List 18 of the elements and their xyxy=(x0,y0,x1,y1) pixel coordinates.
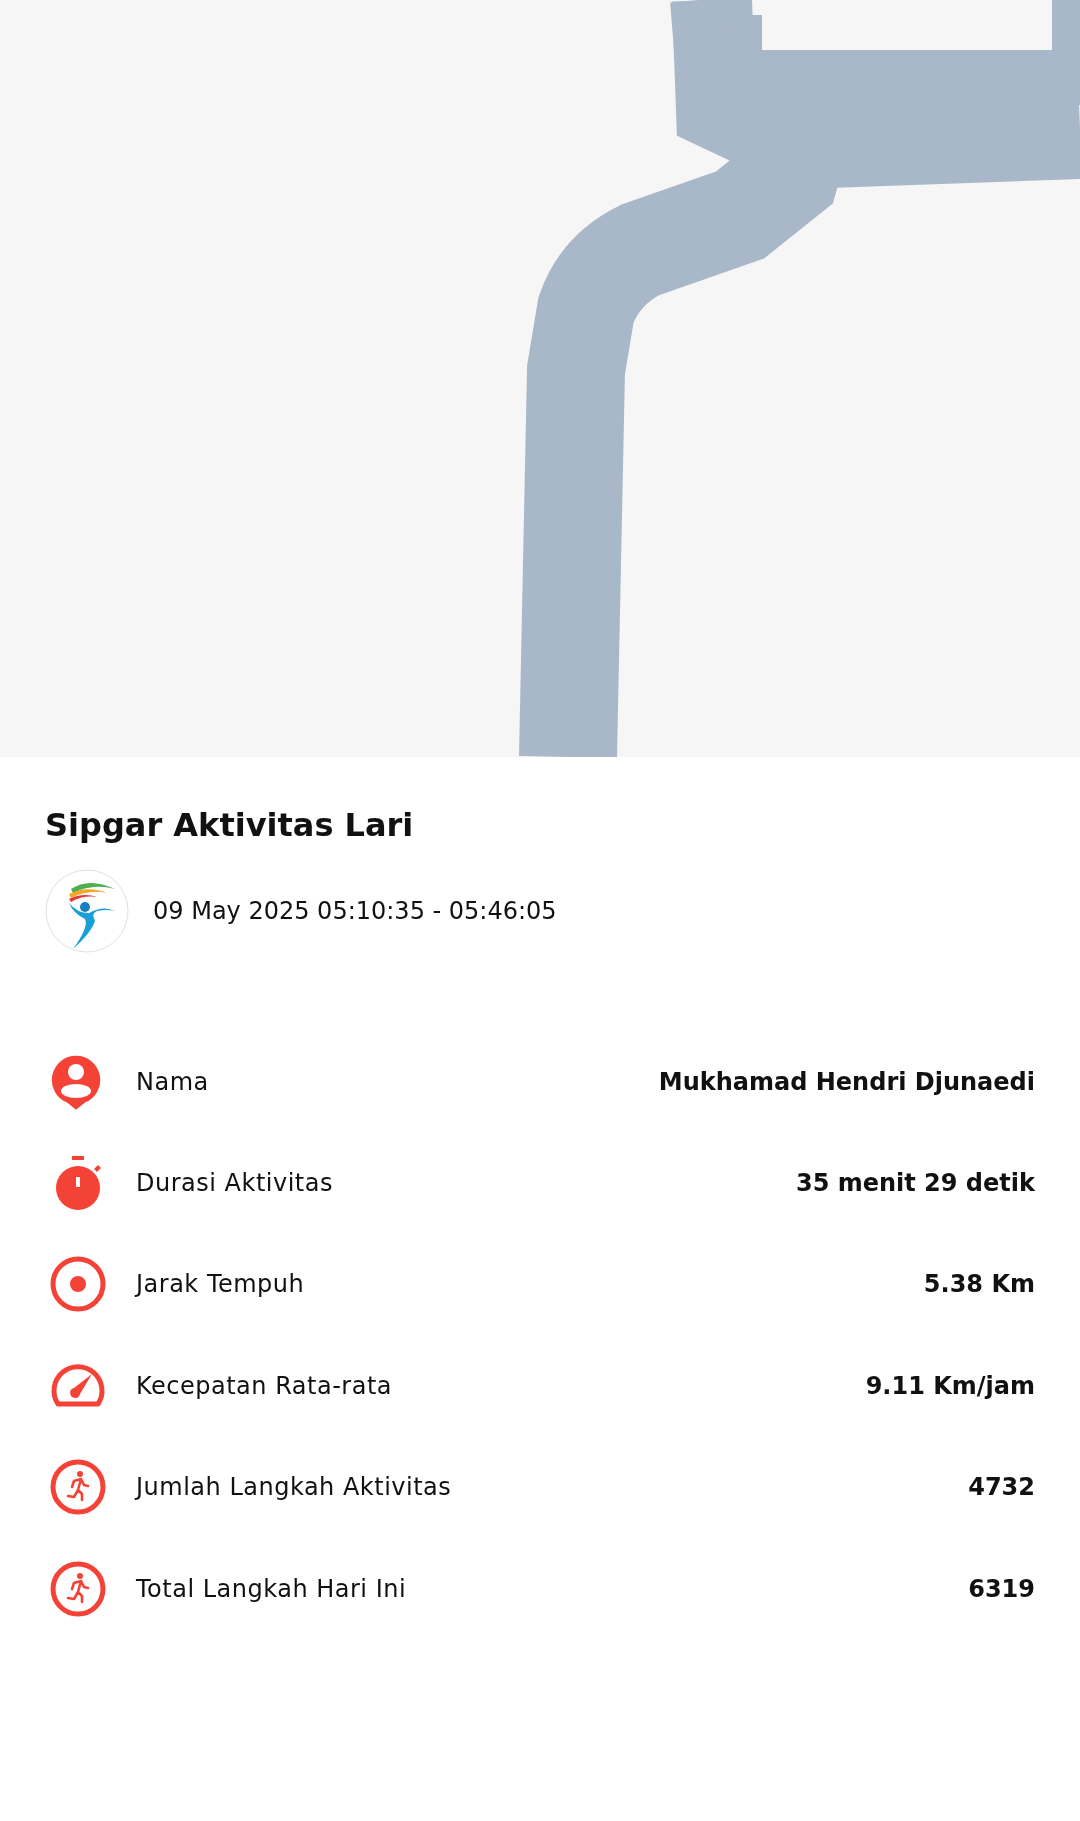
stat-value: 9.11 Km/jam xyxy=(865,1371,1035,1400)
stat-value: 4732 xyxy=(968,1473,1035,1502)
stat-label: Nama xyxy=(136,1067,209,1096)
stat-label: Jumlah Langkah Aktivitas xyxy=(136,1473,452,1502)
activity-title: Sipgar Aktivitas Lari xyxy=(45,805,415,845)
running-person-icon xyxy=(50,1560,106,1617)
stat-value: Mukhamad Hendri Djunaedi xyxy=(658,1067,1035,1096)
stat-label: Jarak Tempuh xyxy=(136,1270,305,1299)
stat-label: Durasi Aktivitas xyxy=(136,1169,333,1198)
target-icon xyxy=(50,1256,106,1313)
stat-value: 6319 xyxy=(968,1574,1035,1603)
runner-logo-icon xyxy=(45,869,129,953)
stat-label: Kecepatan Rata-rata xyxy=(136,1371,392,1400)
stat-value: 5.38 Km xyxy=(923,1270,1035,1299)
running-person-icon xyxy=(50,1459,106,1516)
activity-time-range: 09 May 2025 05:10:35 - 05:46:05 xyxy=(153,897,557,925)
stat-label: Total Langkah Hari Ini xyxy=(136,1574,407,1603)
stat-value: 35 menit 29 detik xyxy=(795,1169,1035,1198)
